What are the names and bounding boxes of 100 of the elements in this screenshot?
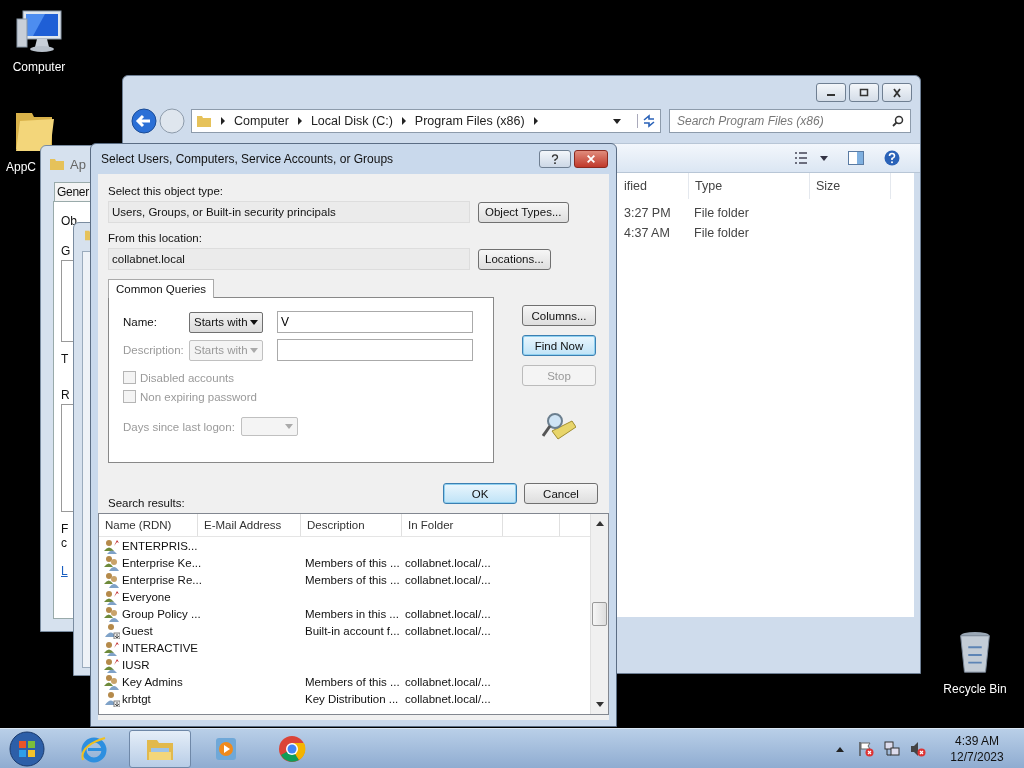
checkbox-label: Non expiring password — [140, 390, 257, 403]
question-mark-icon — [550, 154, 560, 164]
column-header[interactable]: In Folder — [402, 514, 503, 536]
close-button[interactable] — [882, 83, 912, 102]
user-group-arrow-icon — [104, 537, 120, 554]
desktop-icon-label[interactable]: AppC — [6, 160, 37, 174]
table-cell: collabnet.local/... — [405, 556, 491, 569]
list-item[interactable]: INTERACTIVE — [99, 639, 197, 656]
flag-error-icon[interactable] — [858, 741, 874, 757]
table-cell-text: File folder — [693, 206, 750, 220]
breadcrumb-item[interactable]: Local Disk (C:) — [310, 114, 393, 128]
address-bar[interactable]: Computer Local Disk (C:) Program Files (x86) — [191, 109, 661, 133]
user-group-icon — [104, 605, 120, 622]
table-cell-text: 3:27 PM — [623, 206, 672, 220]
column-header[interactable]: ified — [618, 173, 689, 199]
scrollbar[interactable] — [590, 514, 608, 714]
help-button[interactable] — [539, 150, 571, 168]
table-cell: Members in this ... — [305, 607, 399, 620]
breadcrumb-item[interactable]: Computer — [234, 114, 289, 128]
chevron-icon[interactable] — [532, 117, 539, 125]
browser-circle-icon — [277, 734, 307, 764]
table-cell-text: 4:37 AM — [623, 226, 671, 240]
dropdown-arrow-icon — [250, 319, 258, 325]
desktop-icon-label[interactable]: Computer — [12, 60, 66, 74]
dropdown-arrow-icon[interactable] — [613, 118, 621, 124]
table-cell: Members of this ... — [305, 556, 400, 569]
ok-button[interactable]: OK — [443, 483, 517, 504]
field-label: Name: — [123, 316, 158, 328]
match-mode-dropdown[interactable]: Starts with — [189, 311, 263, 333]
tab[interactable]: Common Queries — [108, 279, 215, 298]
column-header[interactable]: E-Mail Address — [198, 514, 301, 536]
search-icon — [892, 115, 904, 127]
chevron-icon[interactable] — [220, 117, 226, 125]
show-hidden-icons-button[interactable] — [836, 746, 844, 752]
tab[interactable]: Gener — [54, 182, 92, 201]
list-item[interactable]: ENTERPRIS... — [99, 537, 197, 554]
minimize-button[interactable] — [816, 83, 846, 102]
label-text: G — [61, 244, 71, 258]
table-cell-text: File folder — [693, 226, 750, 240]
checkbox-label: Disabled accounts — [140, 371, 234, 384]
column-header[interactable]: Description — [301, 514, 402, 536]
close-button[interactable] — [574, 150, 608, 168]
taskbar-button[interactable] — [129, 730, 191, 768]
folder-icon — [196, 114, 212, 128]
field-label: Description: — [123, 344, 185, 356]
computer-icon[interactable] — [15, 8, 63, 54]
view-options-icon[interactable] — [794, 151, 828, 165]
dropdown-arrow-icon — [284, 424, 293, 429]
list-item[interactable]: krbtgt — [99, 690, 197, 707]
list-item[interactable]: Guest — [99, 622, 197, 639]
clock-date[interactable]: 12/7/2023 — [950, 750, 1004, 764]
preview-pane-icon[interactable] — [848, 150, 864, 166]
maximize-button[interactable] — [849, 83, 879, 102]
table-cell: collabnet.local/... — [405, 692, 491, 705]
clock-time[interactable]: 4:39 AM — [955, 734, 999, 748]
network-icon[interactable] — [884, 741, 900, 757]
list-item[interactable]: IUSR — [99, 656, 197, 673]
search-field[interactable]: Search Program Files (x86) — [669, 109, 911, 133]
refresh-icon[interactable] — [637, 114, 656, 128]
minimize-icon — [827, 94, 835, 96]
column-header[interactable]: Size — [810, 173, 891, 199]
table-cell: Members of this ... — [305, 573, 400, 586]
scroll-down-arrow-icon[interactable] — [595, 702, 604, 707]
desktop-icon-label[interactable]: Recycle Bin — [943, 682, 1007, 696]
cancel-button[interactable]: Cancel — [524, 483, 598, 504]
column-header[interactable]: Type — [689, 173, 810, 199]
user-group-arrow-icon — [104, 656, 120, 673]
back-button[interactable] — [131, 108, 157, 134]
user-group-arrow-icon — [104, 639, 120, 656]
help-icon[interactable] — [884, 150, 900, 166]
table-cell: Members of this ... — [305, 675, 400, 688]
location-field: collabnet.local — [108, 248, 470, 270]
chevron-icon[interactable] — [296, 117, 303, 125]
link[interactable]: L — [61, 564, 68, 578]
table-cell: Built-in account f... — [305, 624, 400, 637]
locations-button[interactable]: Locations... — [478, 248, 551, 270]
breadcrumb-item[interactable]: Program Files (x86) — [414, 114, 525, 128]
scroll-up-arrow-icon[interactable] — [595, 521, 604, 526]
object-type-field: Users, Groups, or Built-in security principals — [108, 201, 470, 223]
user-icon — [104, 622, 120, 639]
chevron-icon[interactable] — [400, 117, 407, 125]
window-title: Ap — [70, 156, 86, 172]
column-header[interactable]: Name (RDN) — [99, 514, 198, 536]
object-types-button[interactable]: Object Types... — [478, 201, 569, 223]
action-button[interactable]: Find Now — [522, 335, 596, 356]
action-button[interactable]: Columns... — [522, 305, 596, 326]
label-text: F — [61, 522, 69, 536]
results-label: Search results: — [108, 496, 185, 510]
list-item[interactable]: Everyone — [99, 588, 197, 605]
browser-e-icon — [79, 734, 109, 764]
table-cell: collabnet.local/... — [405, 607, 491, 620]
label-text: R — [61, 388, 70, 402]
start-button[interactable] — [9, 731, 45, 767]
list-item[interactable]: Key Admins — [99, 673, 197, 690]
search-text-field[interactable]: V — [277, 311, 473, 333]
scroll-thumb[interactable] — [592, 602, 607, 626]
volume-muted-icon[interactable] — [910, 741, 926, 757]
user-group-icon — [104, 554, 120, 571]
close-icon — [891, 87, 903, 98]
dropdown-arrow-icon — [250, 347, 258, 353]
